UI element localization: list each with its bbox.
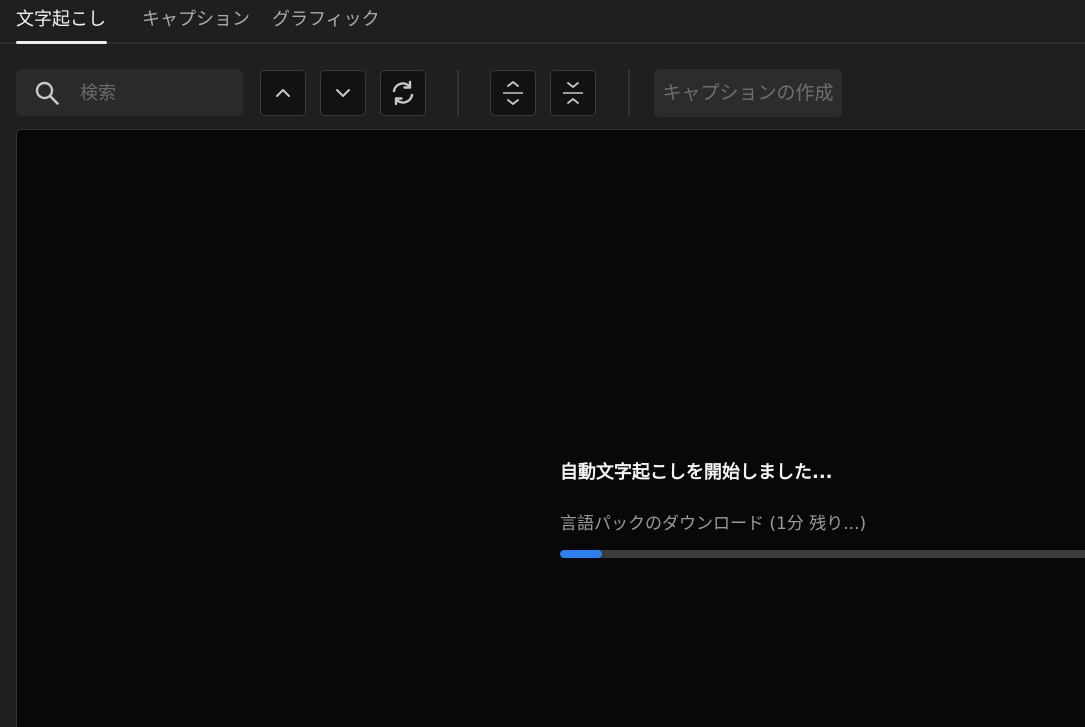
expand-icon xyxy=(503,81,523,105)
progress-bar-fill xyxy=(560,550,602,558)
transcript-content-area: 自動文字起こしを開始しました... 言語パックのダウンロード (1分 残り...… xyxy=(16,129,1085,727)
toolbar-divider xyxy=(457,70,459,116)
tab-transcript[interactable]: 文字起こし xyxy=(16,8,106,34)
previous-result-button[interactable] xyxy=(260,70,306,116)
status-subtitle: 言語パックのダウンロード (1分 残り...) xyxy=(560,514,867,534)
search-input[interactable] xyxy=(78,77,232,109)
tab-graphics[interactable]: グラフィック xyxy=(272,8,380,34)
expand-all-button[interactable] xyxy=(490,70,536,116)
chevron-down-icon xyxy=(336,89,350,97)
next-result-button[interactable] xyxy=(320,70,366,116)
search-icon xyxy=(35,81,59,105)
collapse-all-button[interactable] xyxy=(550,70,596,116)
refresh-button[interactable] xyxy=(380,70,426,116)
refresh-icon xyxy=(392,80,414,106)
create-captions-button[interactable]: キャプションの作成 xyxy=(654,69,842,117)
collapse-icon xyxy=(563,82,583,104)
search-box[interactable] xyxy=(16,69,243,116)
status-title: 自動文字起こしを開始しました... xyxy=(560,462,833,483)
transcript-panel-window: 文字起こし キャプション グラフィック 検索 キャプションの作成 自動文字起こし… xyxy=(0,0,1085,727)
progress-bar xyxy=(560,550,1085,558)
active-tab-indicator xyxy=(16,41,107,44)
toolbar-divider xyxy=(628,70,630,116)
tab-captions[interactable]: キャプション xyxy=(142,8,250,34)
chevron-up-icon xyxy=(276,89,290,97)
tab-bar: 文字起こし キャプション グラフィック xyxy=(0,0,1085,44)
